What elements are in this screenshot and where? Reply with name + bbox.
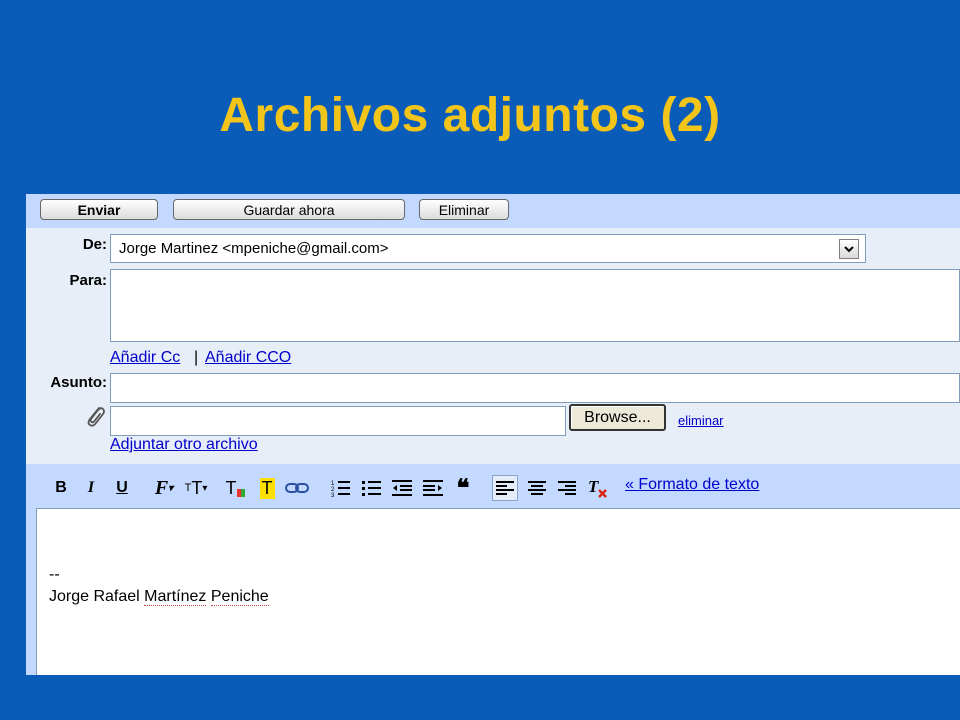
add-cc-link[interactable]: Añadir Cc [110,349,180,367]
italic-button[interactable]: I [82,477,100,499]
svg-text:T: T [588,477,599,496]
attach-another-link[interactable]: Adjuntar otro archivo [110,436,258,454]
subject-label: Asunto: [50,374,107,391]
message-body[interactable]: -- Jorge Rafael Martínez Peniche [36,508,960,675]
size-label: T [191,477,203,498]
signature-first: Jorge Rafael [49,588,140,605]
align-center-icon[interactable] [526,477,548,499]
compose-toolbar: Enviar Guardar ahora Eliminar [26,194,960,228]
plain-text-link[interactable]: « Formato de texto [625,476,759,494]
quote-button[interactable]: ❝ [452,476,474,502]
from-select[interactable]: Jorge Martinez <mpeniche@gmail.com> [110,234,866,263]
signature-separator: -- [49,566,60,583]
link-separator: | [194,349,199,366]
link-icon[interactable] [285,477,309,499]
underline-button[interactable]: U [113,477,131,499]
compose-window: Enviar Guardar ahora Eliminar De: Jorge … [26,194,960,675]
browse-button[interactable]: Browse... [569,404,666,431]
clear-format-icon[interactable]: T [586,477,610,499]
attachment-file-input[interactable] [110,406,566,436]
numbered-list-icon[interactable]: 123 [330,477,352,499]
header-panel: De: Jorge Martinez <mpeniche@gmail.com> … [26,228,960,464]
font-size-button[interactable]: T T ▾ [181,477,211,499]
text-color-button[interactable]: T [223,477,247,499]
subject-input[interactable] [110,373,960,403]
to-field[interactable] [110,269,960,342]
from-label: De: [82,236,107,253]
bold-button[interactable]: B [52,477,70,499]
align-right-icon[interactable] [556,477,578,499]
highlight-button[interactable]: T [255,477,279,499]
signature-name: Jorge Rafael Martínez Peniche [49,588,269,606]
signature-word-1: Martínez [144,588,207,606]
outdent-icon[interactable] [391,477,413,499]
to-label: Para: [69,272,107,289]
svg-text:3: 3 [331,493,335,497]
highlight-label: T [259,477,275,499]
chevron-down-icon[interactable] [839,239,859,259]
slide-title: Archivos adjuntos (2) [219,89,721,142]
save-draft-button[interactable]: Guardar ahora [173,199,405,220]
add-bcc-link[interactable]: Añadir CCO [205,349,291,367]
formatting-toolbar: B I U F ▾ T T ▾ T T 123 ❝ T « Formato de… [34,468,960,506]
send-button[interactable]: Enviar [40,199,158,220]
align-left-icon[interactable] [492,475,518,501]
font-label: F [154,476,169,499]
delete-button[interactable]: Eliminar [419,199,509,220]
remove-attachment-link[interactable]: eliminar [678,413,724,428]
from-value: Jorge Martinez <mpeniche@gmail.com> [119,240,389,257]
signature-word-2: Peniche [210,588,269,606]
font-button[interactable]: F ▾ [150,477,178,499]
indent-icon[interactable] [422,477,444,499]
bullet-list-icon[interactable] [361,477,383,499]
paperclip-icon [84,404,106,433]
text-color-label: T [225,477,237,498]
